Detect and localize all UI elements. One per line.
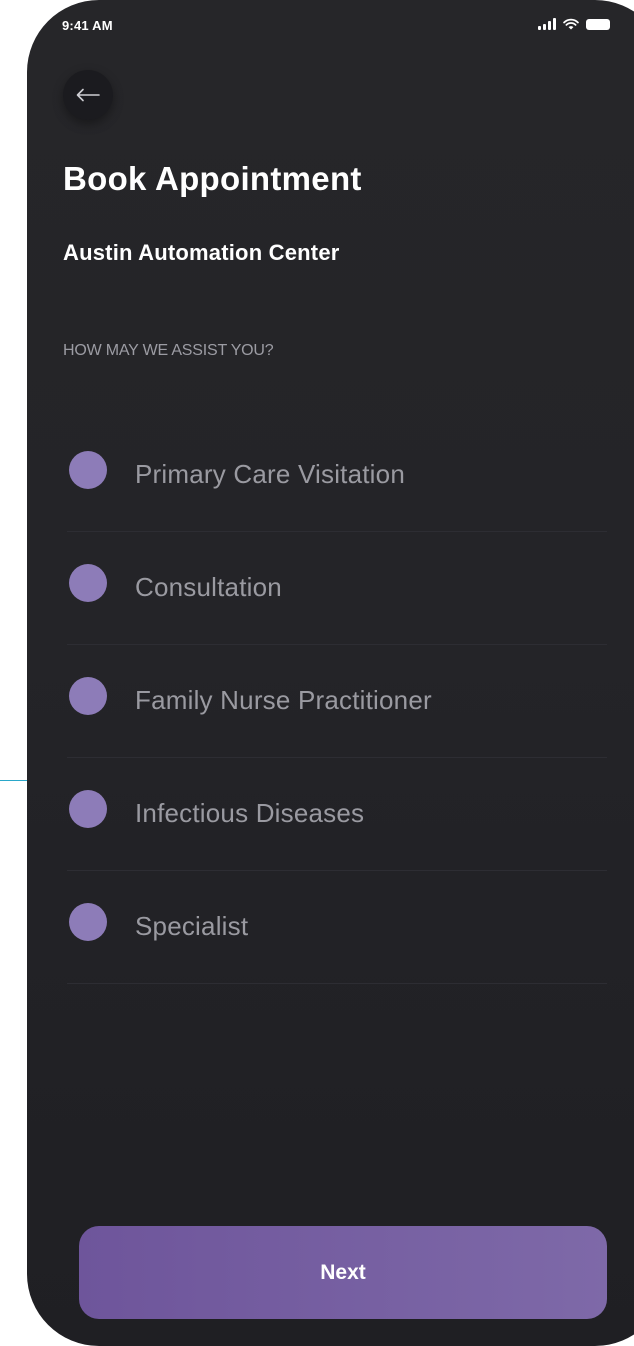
page-title: Book Appointment <box>63 160 362 197</box>
radio-button[interactable] <box>69 677 107 715</box>
options-list: Primary Care Visitation Consultation Fam… <box>67 419 607 984</box>
status-bar: 9:41 AM <box>27 0 634 50</box>
radio-button[interactable] <box>69 451 107 489</box>
option-primary-care[interactable]: Primary Care Visitation <box>67 419 607 532</box>
signal-icon <box>538 18 556 30</box>
option-label: Consultation <box>135 572 282 602</box>
option-label: Specialist <box>135 911 249 941</box>
status-icons <box>538 18 610 30</box>
back-arrow-icon <box>76 88 100 102</box>
radio-button[interactable] <box>69 790 107 828</box>
center-name: Austin Automation Center <box>63 240 340 265</box>
option-infectious-diseases[interactable]: Infectious Diseases <box>67 758 607 871</box>
option-family-nurse-practitioner[interactable]: Family Nurse Practitioner <box>67 645 607 758</box>
option-specialist[interactable]: Specialist <box>67 871 607 984</box>
radio-button[interactable] <box>69 903 107 941</box>
wifi-icon <box>563 18 579 30</box>
option-label: Primary Care Visitation <box>135 459 405 489</box>
status-time: 9:41 AM <box>62 18 113 33</box>
option-label: Infectious Diseases <box>135 798 365 828</box>
back-button[interactable] <box>63 70 113 120</box>
radio-button[interactable] <box>69 564 107 602</box>
option-consultation[interactable]: Consultation <box>67 532 607 645</box>
phone-screen: 9:41 AM Book Appointment Austin Automati… <box>27 0 634 1346</box>
page: 9:41 AM Book Appointment Austin Automati… <box>0 0 634 1346</box>
question-label: HOW MAY WE ASSIST YOU? <box>63 342 274 359</box>
next-button[interactable]: Next <box>79 1226 607 1319</box>
option-label: Family Nurse Practitioner <box>135 685 432 715</box>
battery-icon <box>586 18 610 30</box>
